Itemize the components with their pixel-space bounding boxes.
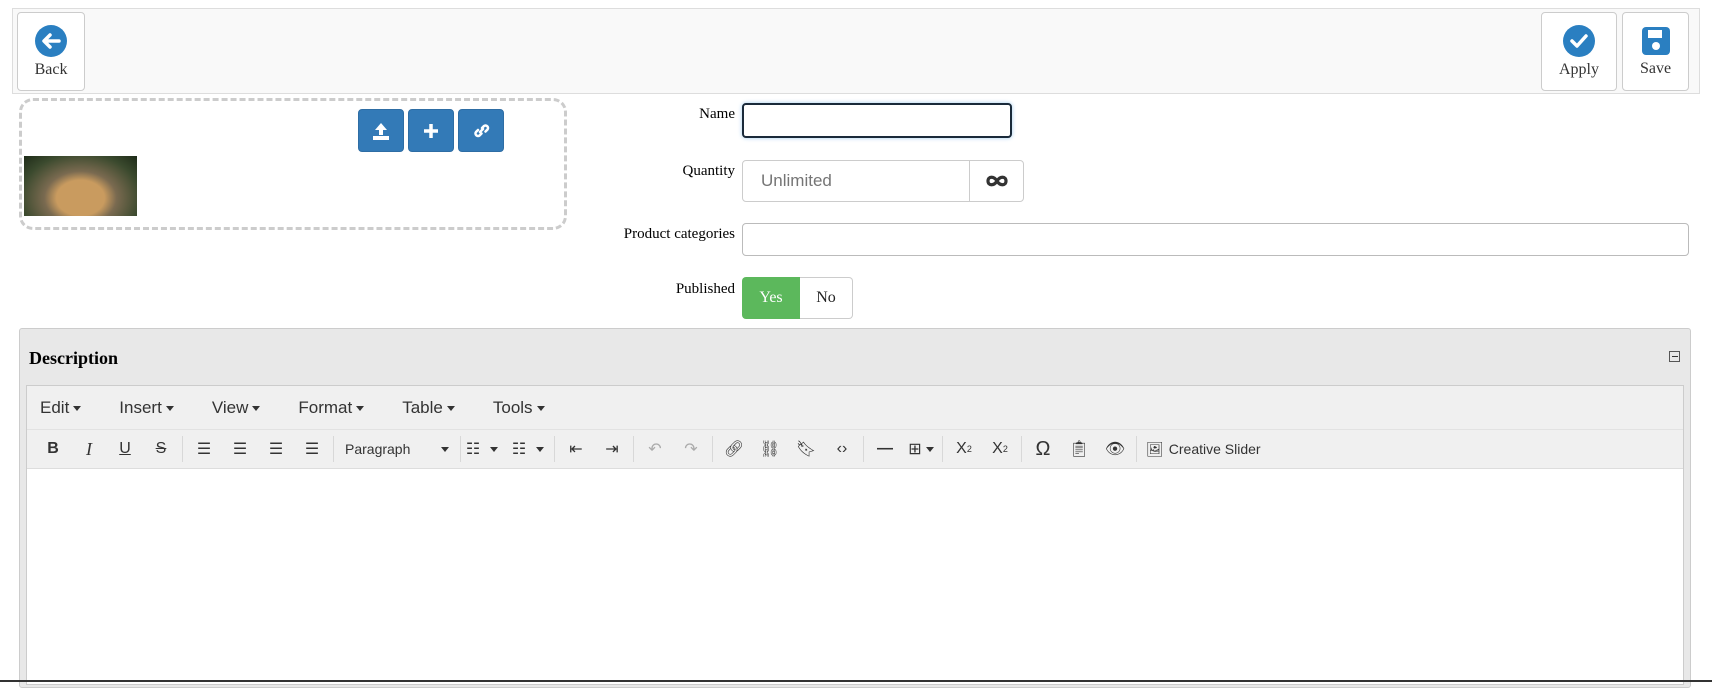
upload-icon — [373, 122, 389, 140]
menu-insert[interactable]: Insert — [112, 398, 181, 418]
unlink-icon[interactable]: ⛓︎ — [752, 434, 788, 464]
superscript-icon[interactable]: X2 — [982, 434, 1018, 464]
editor-content-area[interactable] — [27, 469, 1683, 689]
published-yes-button[interactable]: Yes — [742, 277, 800, 319]
apply-button[interactable]: Apply — [1541, 12, 1617, 91]
link-icon — [474, 123, 490, 137]
save-label: Save — [1639, 59, 1672, 77]
image-link-button[interactable] — [458, 109, 504, 152]
check-circle-icon — [1563, 24, 1595, 57]
bullet-list-icon[interactable]: ☷ — [464, 434, 500, 464]
preview-eye-icon[interactable]: 👁︎ — [1097, 434, 1133, 464]
insert-link-icon[interactable]: 🔗︎ — [716, 434, 752, 464]
align-center-icon[interactable]: ☰ — [222, 434, 258, 464]
action-toolbar: Back Apply Save — [12, 8, 1700, 94]
underline-icon[interactable]: U — [107, 434, 143, 464]
source-code-icon[interactable]: ‹› — [824, 434, 860, 464]
menu-format[interactable]: Format — [291, 398, 371, 418]
upload-button[interactable] — [358, 109, 404, 152]
infinity-icon — [985, 175, 1008, 187]
special-character-icon[interactable]: Ω — [1025, 434, 1061, 464]
description-panel: Description Edit Insert View Format Tabl… — [19, 328, 1691, 688]
floppy-disk-icon — [1641, 26, 1670, 55]
align-left-icon[interactable]: ☰ — [186, 434, 222, 464]
apply-label: Apply — [1559, 60, 1599, 78]
align-right-icon[interactable]: ☰ — [258, 434, 294, 464]
paste-text-icon[interactable]: 📋︎ — [1061, 434, 1097, 464]
bookmark-icon[interactable]: 🔖︎ — [788, 434, 824, 464]
published-label: Published — [675, 281, 735, 297]
numbered-list-icon[interactable]: ☷ — [510, 434, 546, 464]
add-image-button[interactable] — [408, 109, 454, 152]
menu-table[interactable]: Table — [395, 398, 462, 418]
editor-toolbar: B I U S ☰ ☰ ☰ ☰ Paragraph ☷ ☷ ⇤ ⇥ ↶ ↷ 🔗︎… — [27, 430, 1683, 469]
product-categories-input[interactable] — [742, 223, 1689, 256]
redo-icon[interactable]: ↷ — [673, 434, 709, 464]
rich-text-editor: Edit Insert View Format Table Tools B I … — [26, 385, 1684, 685]
undo-icon[interactable]: ↶ — [637, 434, 673, 464]
save-button[interactable]: Save — [1622, 12, 1689, 91]
align-justify-icon[interactable]: ☰ — [294, 434, 330, 464]
editor-menubar: Edit Insert View Format Table Tools — [27, 386, 1683, 430]
product-image-thumbnail[interactable] — [24, 156, 137, 216]
menu-view[interactable]: View — [205, 398, 268, 418]
plus-icon — [424, 123, 438, 138]
back-label: Back — [34, 60, 68, 78]
subscript-icon[interactable]: X2 — [946, 434, 982, 464]
outdent-icon[interactable]: ⇤ — [558, 434, 594, 464]
unlimited-toggle-button[interactable] — [969, 160, 1024, 202]
quantity-input[interactable] — [742, 160, 970, 202]
back-button[interactable]: Back — [17, 12, 85, 91]
name-input[interactable] — [742, 103, 1012, 138]
menu-tools[interactable]: Tools — [486, 398, 552, 418]
description-title: Description — [29, 348, 118, 368]
quantity-label: Quantity — [682, 163, 736, 179]
block-format-select[interactable]: Paragraph — [337, 434, 457, 464]
bold-icon[interactable]: B — [35, 434, 71, 464]
horizontal-rule-icon[interactable]: — — [867, 434, 903, 464]
table-icon[interactable]: ⊞ — [903, 434, 939, 464]
menu-edit[interactable]: Edit — [33, 398, 88, 418]
published-no-button[interactable]: No — [800, 277, 853, 319]
creative-slider-button[interactable]: 🖼︎ Creative Slider — [1140, 434, 1267, 464]
image-icon: 🖼︎ — [1146, 440, 1164, 457]
italic-icon[interactable]: I — [71, 434, 107, 464]
arrow-left-circle-icon — [35, 24, 67, 57]
product-categories-label: Product categories — [623, 226, 735, 242]
collapse-icon[interactable] — [1669, 351, 1680, 362]
indent-icon[interactable]: ⇥ — [594, 434, 630, 464]
strikethrough-icon[interactable]: S — [143, 434, 179, 464]
name-label: Name — [699, 106, 735, 122]
